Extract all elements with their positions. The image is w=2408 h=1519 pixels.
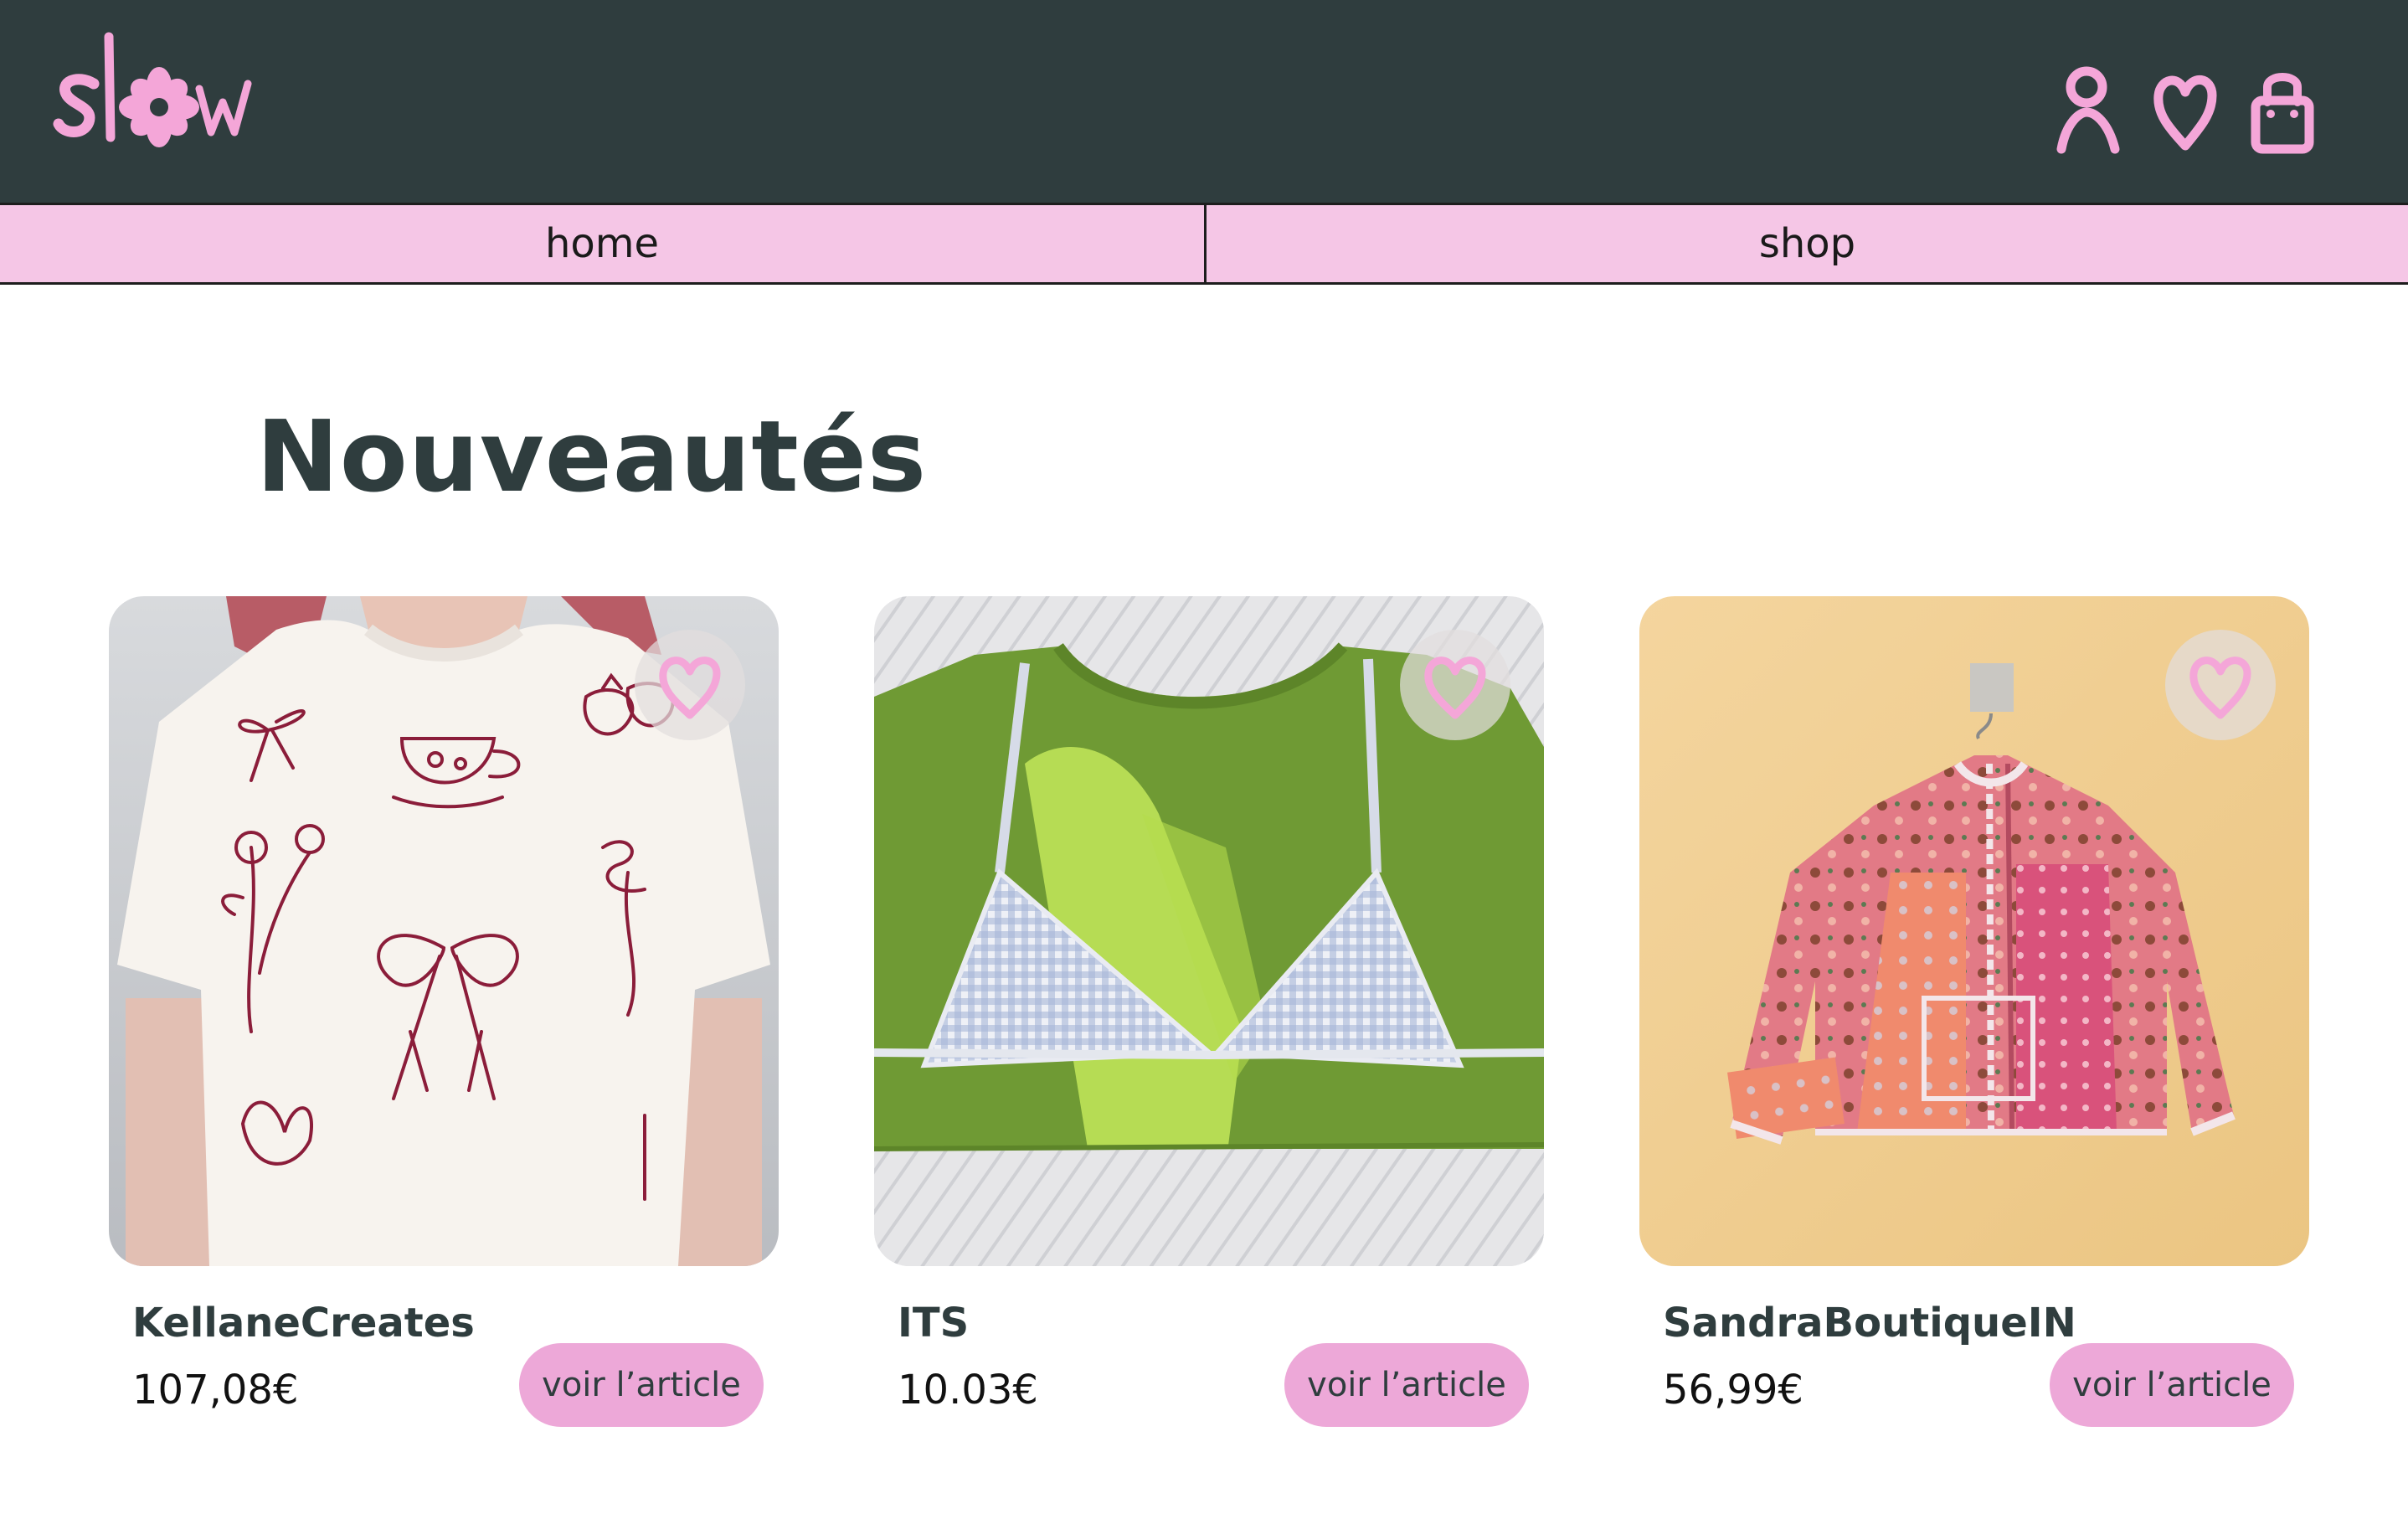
product-card: KellaneCreates 107,08€ voir l’article	[109, 596, 779, 1434]
product-price: 56,99€	[1663, 1367, 1803, 1413]
product-card: SandraBoutiqueIN 56,99€ voir l’article	[1639, 596, 2309, 1434]
section-title: Nouveautés	[256, 399, 928, 514]
product-price: 107,08€	[132, 1367, 299, 1413]
product-image[interactable]	[1639, 596, 2309, 1266]
slow-logo[interactable]	[52, 25, 261, 159]
view-article-button[interactable]: voir l’article	[1284, 1343, 1529, 1427]
product-card: ITS 10.03€ voir l’article	[874, 596, 1544, 1434]
favorite-button[interactable]	[2165, 630, 2276, 740]
main-nav: home shop	[0, 203, 2408, 285]
seller-name: SandraBoutiqueIN	[1663, 1300, 2076, 1347]
heart-icon[interactable]	[2152, 65, 2219, 157]
nav-shop[interactable]: shop	[1204, 205, 2408, 282]
user-icon[interactable]	[2055, 65, 2122, 157]
view-article-button[interactable]: voir l’article	[519, 1343, 764, 1427]
product-price: 10.03€	[898, 1367, 1038, 1413]
heart-icon	[659, 657, 721, 719]
product-image[interactable]	[874, 596, 1544, 1266]
shopping-bag-icon[interactable]	[2249, 65, 2316, 157]
favorite-button[interactable]	[1400, 630, 1510, 740]
seller-name: KellaneCreates	[132, 1300, 475, 1347]
product-image[interactable]	[109, 596, 779, 1266]
heart-icon	[1424, 657, 1486, 719]
favorite-button[interactable]	[635, 630, 745, 740]
site-header	[0, 0, 2408, 203]
view-article-button[interactable]: voir l’article	[2050, 1343, 2294, 1427]
heart-icon	[2189, 657, 2251, 719]
seller-name: ITS	[898, 1300, 970, 1347]
nav-home[interactable]: home	[0, 205, 1204, 282]
header-actions	[2055, 65, 2316, 157]
